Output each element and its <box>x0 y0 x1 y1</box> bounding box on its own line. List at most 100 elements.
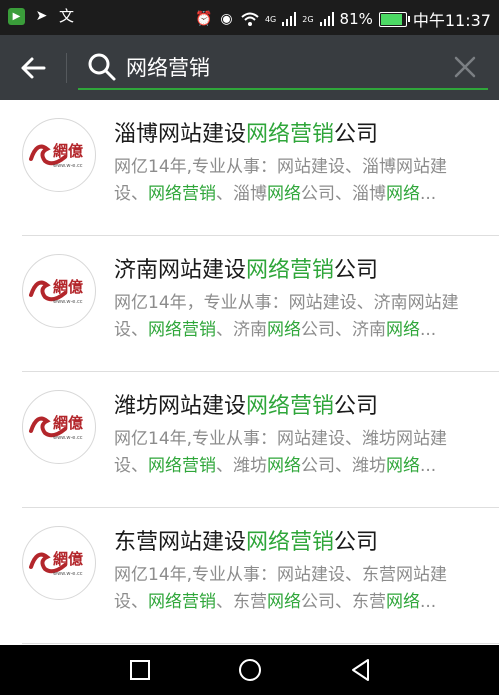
result-separator <box>22 643 499 644</box>
result-desc-part: 、东营 <box>216 592 267 612</box>
result-title: 东营网站建设网络营销公司 <box>114 524 378 556</box>
result-desc-part: 网络营销 <box>148 320 216 340</box>
search-underline <box>78 88 488 90</box>
result-desc-part: 网络 <box>386 184 420 204</box>
arrow-left-icon[interactable] <box>16 51 50 85</box>
result-title-part: 公司 <box>334 530 379 555</box>
logo-icon: 網億 www.w-e.cc <box>29 142 83 169</box>
result-desc-part: 网络 <box>386 456 420 476</box>
result-desc-part: 网络营销 <box>148 456 216 476</box>
result-desc-part: 网络 <box>267 592 301 612</box>
result-desc-part: 网亿14年，专业从事：网站建设、济南网站建 <box>114 293 459 313</box>
result-title-part: 网络营销 <box>246 394 335 419</box>
result-desc-part: 网络 <box>267 320 301 340</box>
result-description: 网亿14年,专业从事：网站建设、淄博网站建 设、网络营销、淄博网络公司、淄博网络… <box>114 154 484 208</box>
result-desc-part: ... <box>420 184 437 204</box>
send-icon: ➤ <box>35 8 48 24</box>
close-icon[interactable] <box>451 53 479 81</box>
result-desc-part: 公司、淄博 <box>301 184 386 204</box>
result-desc-part: ... <box>420 320 437 340</box>
result-desc-part: 网络 <box>386 320 420 340</box>
result-title: 淄博网站建设网络营销公司 <box>114 116 378 148</box>
system-nav-bar <box>0 645 499 695</box>
result-title-part: 公司 <box>334 258 379 283</box>
alarm-icon: ⏰ <box>194 10 213 27</box>
result-desc-part: 设、 <box>114 184 148 204</box>
battery-percent: 81% <box>339 10 373 28</box>
result-title-part: 网络营销 <box>246 258 335 283</box>
result-description: 网亿14年,专业从事：网站建设、潍坊网站建 设、网络营销、潍坊网络公司、潍坊网络… <box>114 426 484 480</box>
result-desc-part: 网络 <box>267 184 301 204</box>
result-desc-part: 网亿14年,专业从事：网站建设、潍坊网站建 <box>114 429 448 449</box>
result-title-part: 淄博网站建设 <box>114 122 247 147</box>
result-desc-part: 、潍坊 <box>216 456 267 476</box>
company-logo: 網億 www.w-e.cc <box>22 390 96 464</box>
signal-icon <box>319 12 334 26</box>
result-title-part: 公司 <box>334 394 379 419</box>
svg-text:網億: 網億 <box>53 414 83 432</box>
header-divider <box>66 53 67 83</box>
result-desc-part: 网亿14年,专业从事：网站建设、东营网站建 <box>114 565 448 585</box>
result-item-1[interactable]: 網億 www.w-e.cc 淄博网站建设网络营销公司 网亿14年,专业从事：网站… <box>0 100 499 236</box>
result-desc-part: 、淄博 <box>216 184 267 204</box>
result-title: 济南网站建设网络营销公司 <box>114 252 378 284</box>
search-input[interactable] <box>126 52 436 82</box>
battery-icon <box>378 11 410 27</box>
svg-text:網億: 網億 <box>53 278 83 296</box>
company-logo: 網億 www.w-e.cc <box>22 118 96 192</box>
search-header <box>0 35 499 100</box>
magnifier-icon <box>88 53 116 81</box>
result-desc-part: 、济南 <box>216 320 267 340</box>
result-title-part: 东营网站建设 <box>114 530 247 555</box>
network-2g-label: 2G <box>302 14 314 24</box>
svg-text:網億: 網億 <box>53 550 83 568</box>
text-app-icon: 文 <box>58 7 74 25</box>
logo-icon: 網億 www.w-e.cc <box>29 414 83 441</box>
svg-text:網億: 網億 <box>53 142 83 160</box>
logo-icon: 網億 www.w-e.cc <box>29 278 83 305</box>
status-icons-right: ⏰ ◉ 4G 2G 81% 中午11:37 <box>195 7 491 31</box>
result-desc-part: 公司、济南 <box>301 320 386 340</box>
svg-text:www.w-e.cc: www.w-e.cc <box>53 299 83 305</box>
svg-text:www.w-e.cc: www.w-e.cc <box>53 435 83 441</box>
result-desc-part: ... <box>420 456 437 476</box>
svg-text:www.w-e.cc: www.w-e.cc <box>53 163 83 169</box>
result-desc-part: 网络 <box>386 592 420 612</box>
svg-text:www.w-e.cc: www.w-e.cc <box>53 571 83 577</box>
result-title-part: 济南网站建设 <box>114 258 247 283</box>
result-desc-part: 网络营销 <box>148 592 216 612</box>
result-desc-part: 公司、潍坊 <box>301 456 386 476</box>
result-description: 网亿14年,专业从事：网站建设、东营网站建 设、网络营销、东营网络公司、东营网络… <box>114 562 484 616</box>
signal-icon <box>282 12 297 26</box>
status-icons-left: ▶ ➤ 文 <box>8 8 75 25</box>
result-desc-part: ... <box>420 592 437 612</box>
result-title-part: 潍坊网站建设 <box>114 394 247 419</box>
result-desc-part: 设、 <box>114 592 148 612</box>
app-icon: ▶ <box>8 8 25 25</box>
company-logo: 網億 www.w-e.cc <box>22 254 96 328</box>
clock: 中午11:37 <box>412 11 491 30</box>
result-item-4[interactable]: 網億 www.w-e.cc 东营网站建设网络营销公司 网亿14年,专业从事：网站… <box>0 508 499 644</box>
home-icon[interactable] <box>237 657 263 683</box>
company-logo: 網億 www.w-e.cc <box>22 526 96 600</box>
result-desc-part: 设、 <box>114 456 148 476</box>
result-desc-part: 网络营销 <box>148 184 216 204</box>
result-title-part: 网络营销 <box>246 530 335 555</box>
result-item-3[interactable]: 網億 www.w-e.cc 潍坊网站建设网络营销公司 网亿14年,专业从事：网站… <box>0 372 499 508</box>
result-title-part: 公司 <box>334 122 379 147</box>
result-title: 潍坊网站建设网络营销公司 <box>114 388 378 420</box>
result-description: 网亿14年，专业从事：网站建设、济南网站建 设、网络营销、济南网络公司、济南网络… <box>114 290 484 344</box>
logo-icon: 網億 www.w-e.cc <box>29 550 83 577</box>
recent-apps-icon[interactable] <box>127 657 153 683</box>
result-desc-part: 公司、东营 <box>301 592 386 612</box>
result-desc-part: 设、 <box>114 320 148 340</box>
back-triangle-icon[interactable] <box>348 657 374 683</box>
result-item-2[interactable]: 網億 www.w-e.cc 济南网站建设网络营销公司 网亿14年，专业从事：网站… <box>0 236 499 372</box>
search-results-list: 網億 www.w-e.cc 淄博网站建设网络营销公司 网亿14年,专业从事：网站… <box>0 100 499 645</box>
status-bar: ▶ ➤ 文 ⏰ ◉ 4G 2G 81% 中午11:37 <box>0 0 499 35</box>
network-4g-label: 4G <box>264 14 277 24</box>
result-desc-part: 网络 <box>267 456 301 476</box>
result-desc-part: 网亿14年,专业从事：网站建设、淄博网站建 <box>114 157 448 177</box>
result-title-part: 网络营销 <box>246 122 335 147</box>
wifi-icon <box>241 12 259 26</box>
